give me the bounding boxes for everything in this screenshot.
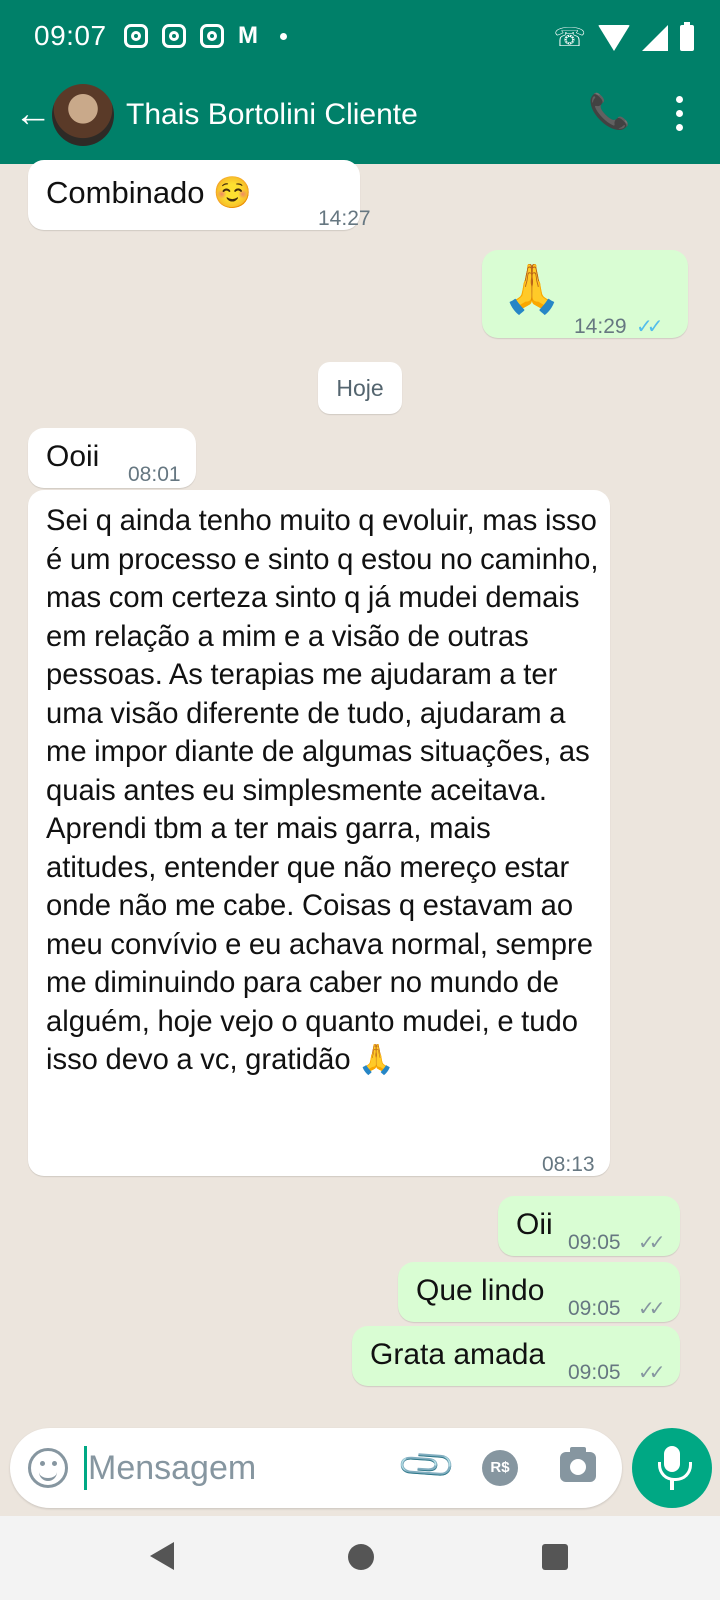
avatar[interactable] xyxy=(52,84,114,146)
delivered-ticks-icon: ✓✓ xyxy=(638,1362,665,1384)
signal-icon xyxy=(642,24,668,51)
wifi-call-icon: ☏ xyxy=(553,22,586,52)
nav-recents-icon[interactable] xyxy=(542,1544,568,1570)
message-bubble-incoming[interactable]: Sei q ainda tenho muito q evoluir, mas i… xyxy=(28,490,610,1176)
date-chip: Hoje xyxy=(318,362,402,414)
top-bar: 09:07 M ☏ ← Thais Bortolini Cliente 📞 xyxy=(0,0,720,164)
message-text: Oii xyxy=(516,1208,553,1241)
instagram-icon xyxy=(200,24,224,48)
delivered-ticks-icon: ✓✓ xyxy=(638,1232,665,1254)
message-text: Sei q ainda tenho muito q evoluir, mas i… xyxy=(46,505,599,1076)
nav-back-icon[interactable] xyxy=(150,1542,174,1570)
contact-name[interactable]: Thais Bortolini Cliente xyxy=(126,98,418,132)
message-bubble-outgoing[interactable]: Grata amada 09:05 ✓✓ xyxy=(352,1326,680,1386)
message-composer: 📎 R$ xyxy=(10,1428,622,1508)
more-vert-icon[interactable] xyxy=(676,96,683,131)
delivered-ticks-icon: ✓✓ xyxy=(638,1298,665,1320)
nav-home-icon[interactable] xyxy=(348,1544,374,1570)
message-text: Que lindo xyxy=(416,1274,545,1307)
read-ticks-icon: ✓✓ xyxy=(636,316,663,338)
text-cursor xyxy=(84,1446,87,1490)
message-time: 08:01 xyxy=(128,463,181,486)
message-bubble-outgoing[interactable]: 🙏 14:29 ✓✓ xyxy=(482,250,688,338)
notification-icons: M xyxy=(124,24,287,48)
payment-icon[interactable]: R$ xyxy=(482,1450,518,1486)
camera-icon[interactable] xyxy=(560,1447,596,1482)
instagram-icon xyxy=(162,24,186,48)
message-bubble-outgoing[interactable]: Que lindo 09:05 ✓✓ xyxy=(398,1262,680,1322)
system-nav-bar xyxy=(0,1516,720,1600)
gmail-icon: M xyxy=(238,22,258,49)
more-notifications-dot xyxy=(280,32,287,40)
chat-header: ← Thais Bortolini Cliente 📞 xyxy=(0,76,720,164)
message-time: 14:27 xyxy=(318,207,371,230)
add-call-icon[interactable]: 📞 xyxy=(588,92,630,132)
message-bubble-incoming[interactable]: Combinado ☺️ 14:27 xyxy=(28,160,371,230)
instagram-icon xyxy=(124,24,148,48)
message-time: 14:29 xyxy=(574,315,627,338)
attach-icon[interactable]: 📎 xyxy=(395,1434,460,1499)
status-bar: 09:07 M ☏ xyxy=(0,0,720,76)
message-text: Grata amada xyxy=(370,1338,546,1371)
emoji-icon[interactable] xyxy=(28,1448,68,1488)
system-icons: ☏ xyxy=(553,21,694,53)
message-bubble-outgoing[interactable]: Oii 09:05 ✓✓ xyxy=(498,1196,680,1256)
message-time: 09:05 xyxy=(568,1361,621,1384)
status-time: 09:07 xyxy=(34,20,107,51)
message-time: 09:05 xyxy=(568,1297,621,1320)
mic-icon[interactable] xyxy=(632,1428,712,1508)
message-input[interactable] xyxy=(88,1440,388,1496)
message-bubble-incoming[interactable]: Ooii 08:01 xyxy=(28,428,196,488)
message-text: 🙏 xyxy=(502,263,562,316)
wifi-icon xyxy=(598,24,630,51)
message-time: 08:13 xyxy=(542,1153,595,1176)
battery-icon xyxy=(680,21,694,51)
back-arrow-icon[interactable]: ← xyxy=(14,94,52,134)
message-text: Combinado ☺️ xyxy=(46,175,252,210)
message-text: Ooii xyxy=(46,440,100,473)
message-time: 09:05 xyxy=(568,1231,621,1254)
